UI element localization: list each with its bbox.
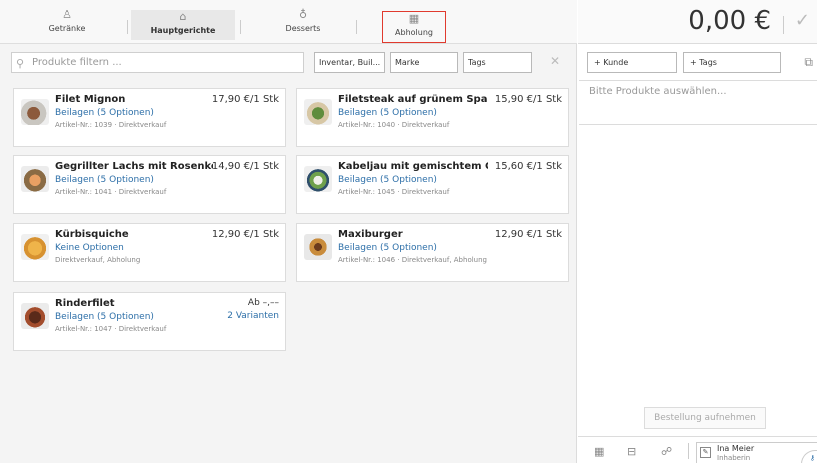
tab-hauptgerichte[interactable]: ⌂ Hauptgerichte xyxy=(131,10,235,40)
filter-bar: ⚲ Produkte filtern ... Inventar, Buil...… xyxy=(0,47,577,80)
product-card[interactable]: Filet Mignon 17,90 €/1 Stk Beilagen (5 O… xyxy=(13,88,286,147)
grid-icon[interactable]: ▦ xyxy=(594,445,604,458)
search-input[interactable]: ⚲ Produkte filtern ... xyxy=(11,52,304,73)
add-tags-button[interactable]: + Tags xyxy=(683,52,781,73)
user-role: Inhaberin xyxy=(717,454,751,462)
tab-label: Desserts xyxy=(285,24,321,33)
brand-filter[interactable]: Marke xyxy=(390,52,458,73)
clear-filter-icon[interactable]: ✕ xyxy=(550,54,560,68)
product-name: Gegrillter Lachs mit Rosenkohl xyxy=(55,161,213,172)
product-meta: Artikel-Nr.: 1046 · Direktverkauf, Abhol… xyxy=(338,256,487,264)
product-image xyxy=(304,99,332,125)
user-badge[interactable]: ✎ Ina Meier Inhaberin ⚷ xyxy=(696,442,817,463)
copy-icon[interactable]: ⧉ xyxy=(804,55,813,70)
product-name: Rinderfilet xyxy=(55,298,115,309)
product-options: Beilagen (5 Optionen) xyxy=(55,312,154,322)
divider xyxy=(783,16,784,34)
tab-desserts[interactable]: ♁ Desserts xyxy=(250,8,356,40)
tab-label: Abholung xyxy=(395,28,433,37)
user-icon: ✎ xyxy=(700,447,711,458)
product-name: Maxiburger xyxy=(338,229,403,240)
product-image xyxy=(21,166,49,192)
product-card[interactable]: Kabeljau mit gemischtem Gem... 15,60 €/1… xyxy=(296,155,569,214)
product-image xyxy=(21,234,49,260)
category-tabs: ♙ Getränke ⌂ Hauptgerichte ♁ Desserts ▦ … xyxy=(0,0,577,44)
product-price: Ab –,–– xyxy=(247,298,279,308)
order-pane: 0,00 € ✓ + Kunde + Tags ⧉ Bitte Produkte… xyxy=(578,0,817,463)
ice-cream-icon: ♁ xyxy=(298,8,308,21)
product-name: Filetsteak auf grünem Spargel xyxy=(338,94,488,105)
product-meta: Direktverkauf, Abholung xyxy=(55,256,141,264)
product-price: 14,90 €/1 Stk xyxy=(211,161,279,172)
product-meta: Artikel-Nr.: 1041 · Direktverkauf xyxy=(55,188,167,196)
cloche-icon: ⌂ xyxy=(179,10,187,23)
product-card[interactable]: Maxiburger 12,90 €/1 Stk Beilagen (5 Opt… xyxy=(296,223,569,282)
product-name: Filet Mignon xyxy=(55,94,126,105)
product-options: Beilagen (5 Optionen) xyxy=(338,243,437,253)
lock-icon[interactable]: ☍ xyxy=(661,445,672,458)
product-options: Keine Optionen xyxy=(55,243,124,253)
tab-divider xyxy=(127,20,128,34)
product-options: Beilagen (5 Optionen) xyxy=(55,108,154,118)
order-hint: Bitte Produkte auswählen... xyxy=(589,86,727,97)
add-customer-button[interactable]: + Kunde xyxy=(587,52,677,73)
tab-divider xyxy=(356,20,357,34)
product-price: 17,90 €/1 Stk xyxy=(211,94,279,105)
product-image xyxy=(304,234,332,260)
minus-box-icon[interactable]: ⊟ xyxy=(627,445,636,458)
user-name: Ina Meier xyxy=(717,444,755,453)
key-icon[interactable]: ⚷ xyxy=(801,450,817,463)
calendar-box-icon: ▦ xyxy=(408,12,420,25)
product-options: Beilagen (5 Optionen) xyxy=(338,175,437,185)
bottle-icon: ♙ xyxy=(62,8,72,21)
product-meta: Artikel-Nr.: 1045 · Direktverkauf xyxy=(338,188,450,196)
inventory-filter[interactable]: Inventar, Buil... xyxy=(314,52,385,73)
product-image xyxy=(21,303,49,329)
product-meta: Artikel-Nr.: 1040 · Direktverkauf xyxy=(338,121,450,129)
product-image xyxy=(304,166,332,192)
search-icon: ⚲ xyxy=(16,57,25,70)
tab-divider xyxy=(240,20,241,34)
order-actions: + Kunde + Tags ⧉ xyxy=(578,47,817,80)
product-name: Kabeljau mit gemischtem Gem... xyxy=(338,161,488,172)
divider xyxy=(688,443,689,459)
tab-abholung[interactable]: ▦ Abholung xyxy=(382,11,446,43)
product-card[interactable]: Filetsteak auf grünem Spargel 15,90 €/1 … xyxy=(296,88,569,147)
product-price: 15,90 €/1 Stk xyxy=(494,94,562,105)
tab-getraenke[interactable]: ♙ Getränke xyxy=(14,8,120,40)
product-price: 15,60 €/1 Stk xyxy=(494,161,562,172)
product-pane: ♙ Getränke ⌂ Hauptgerichte ♁ Desserts ▦ … xyxy=(0,0,577,463)
checkmark-icon[interactable]: ✓ xyxy=(795,10,810,31)
product-price: 12,90 €/1 Stk xyxy=(211,229,279,240)
order-footer: ▦ ⊟ ☍ ✎ Ina Meier Inhaberin ⚷ xyxy=(578,436,817,463)
product-options: Beilagen (5 Optionen) xyxy=(338,108,437,118)
order-total: 0,00 € xyxy=(688,6,771,36)
product-name: Kürbisquiche xyxy=(55,229,129,240)
tab-label: Hauptgerichte xyxy=(150,26,216,35)
product-price: 12,90 €/1 Stk xyxy=(494,229,562,240)
product-image xyxy=(21,99,49,125)
search-placeholder: Produkte filtern ... xyxy=(32,57,122,68)
product-card[interactable]: Kürbisquiche 12,90 €/1 Stk Keine Optione… xyxy=(13,223,286,282)
product-options: Beilagen (5 Optionen) xyxy=(55,175,154,185)
submit-order-button[interactable]: Bestellung aufnehmen xyxy=(644,407,766,429)
product-meta: Artikel-Nr.: 1047 · Direktverkauf xyxy=(55,325,167,333)
tab-label: Getränke xyxy=(48,24,86,33)
tags-filter[interactable]: Tags xyxy=(463,52,532,73)
product-variants: 2 Varianten xyxy=(227,311,279,321)
order-total-bar: 0,00 € ✓ xyxy=(578,0,817,44)
product-meta: Artikel-Nr.: 1039 · Direktverkauf xyxy=(55,121,167,129)
product-card[interactable]: Gegrillter Lachs mit Rosenkohl 14,90 €/1… xyxy=(13,155,286,214)
product-card[interactable]: Rinderfilet Ab –,–– 2 Varianten Beilagen… xyxy=(13,292,286,351)
